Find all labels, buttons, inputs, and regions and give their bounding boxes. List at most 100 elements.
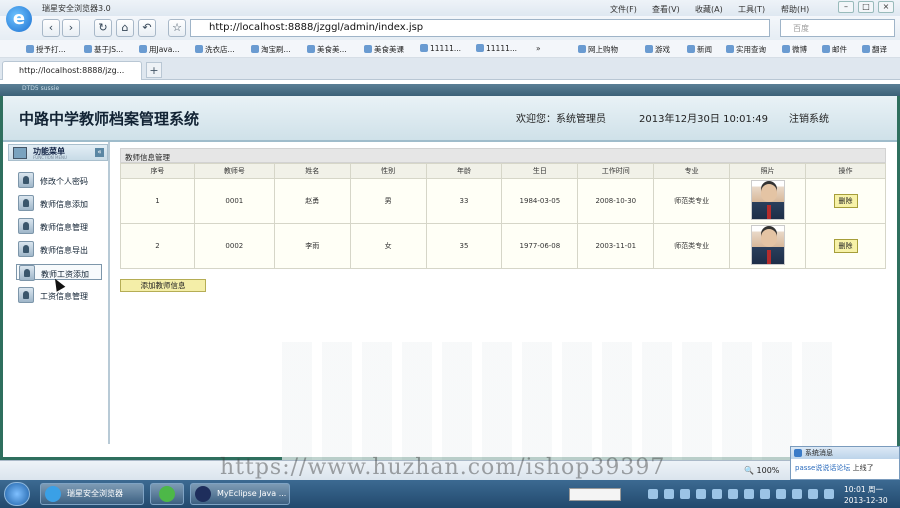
tray-icon[interactable]	[808, 489, 818, 499]
fav-item[interactable]: 邮件	[822, 44, 847, 55]
cell-major: 师范类专业	[653, 223, 731, 269]
tray-icon[interactable]	[824, 489, 834, 499]
fav-item[interactable]: 淘宝刷...	[251, 44, 291, 55]
fav-item[interactable]: 洗衣店...	[195, 44, 235, 55]
tray-icon[interactable]	[648, 489, 658, 499]
clock-date[interactable]: 2013-12-30	[844, 496, 888, 505]
menu-file[interactable]: 文件(F)	[610, 4, 637, 15]
tab-bar: http://localhost:8888/jzg... +	[0, 58, 900, 80]
sidebar-header: 功能菜单 FUNCTION MENU «	[8, 144, 108, 161]
start-button[interactable]	[4, 482, 30, 506]
fav-item[interactable]: 基于JS...	[84, 44, 123, 55]
back-icon[interactable]: ‹	[42, 19, 60, 37]
close-icon[interactable]: ×	[878, 1, 894, 13]
tray-icon[interactable]	[712, 489, 722, 499]
home-icon[interactable]: ⌂	[116, 19, 134, 37]
sidebar-item-label: 教师信息管理	[40, 223, 88, 232]
column-header: 姓名	[273, 163, 351, 179]
zoom-level[interactable]: 🔍 100%	[744, 466, 779, 475]
background-pattern	[282, 342, 842, 462]
fav-item[interactable]: 游戏	[645, 44, 670, 55]
taskbar-item-myeclipse[interactable]: MyEclipse Java ...	[190, 483, 290, 505]
tray-icon[interactable]	[760, 489, 770, 499]
sidebar-subtitle: FUNCTION MENU	[33, 155, 67, 160]
browser-app-title: 瑞星安全浏览器3.0	[42, 4, 111, 13]
taskbar-item-app[interactable]	[150, 483, 184, 505]
fav-more-icon[interactable]: »	[536, 44, 541, 53]
clock-time[interactable]: 10:01 周一	[844, 484, 883, 495]
page-title: 中路中学教师档案管理系统	[19, 110, 200, 128]
refresh-icon[interactable]: ↻	[94, 19, 112, 37]
menu-icon	[13, 147, 27, 159]
address-bar[interactable]: http://localhost:8888/jzggl/admin/index.…	[190, 19, 770, 37]
cell-photo	[729, 178, 807, 224]
column-header: 年龄	[425, 163, 503, 179]
column-header: 操作	[805, 163, 886, 179]
fav-item[interactable]: 用Java...	[139, 44, 180, 55]
sidebar-item-label: 教师信息导出	[40, 246, 88, 255]
main-content: 教师信息管理 序号 教师号 姓名 性别 年龄 生日 工作时间 专业 照片 操作 …	[112, 142, 896, 462]
logout-link[interactable]: 注销系统	[789, 110, 829, 125]
taskbar: 瑞星安全浏览器 MyEclipse Java ...	[0, 480, 900, 508]
zoom-icon: 🔍	[744, 466, 757, 475]
tray-icon[interactable]	[728, 489, 738, 499]
fav-item[interactable]: 新闻	[687, 44, 712, 55]
fav-item[interactable]: 11111...	[476, 44, 517, 53]
search-placeholder: 百度	[793, 24, 809, 33]
tray-icon[interactable]	[776, 489, 786, 499]
column-header: 照片	[729, 163, 807, 179]
tray-input[interactable]	[569, 488, 621, 501]
sidebar-item-manage-teachers[interactable]: 教师信息管理	[16, 218, 102, 234]
cell-gender: 男	[349, 178, 427, 224]
menu-help[interactable]: 帮助(H)	[781, 4, 809, 15]
welcome-text: 欢迎您：系统管理员	[516, 114, 606, 125]
cell-age: 35	[425, 223, 503, 269]
tray-icon[interactable]	[696, 489, 706, 499]
tray-icon[interactable]	[744, 489, 754, 499]
undo-icon[interactable]: ↶	[138, 19, 156, 37]
fav-item[interactable]: 翻译	[862, 44, 887, 55]
minimize-icon[interactable]: –	[838, 1, 854, 13]
sidebar-item-label: 教师信息添加	[40, 200, 88, 209]
fav-item[interactable]: 网上购物	[578, 44, 618, 55]
cell-gender: 女	[349, 223, 427, 269]
maximize-icon[interactable]: □	[858, 1, 874, 13]
taskbar-item-browser[interactable]: 瑞星安全浏览器	[40, 483, 144, 505]
sidebar-item-label: 修改个人密码	[40, 177, 88, 186]
fav-item[interactable]: 美食美课	[364, 44, 404, 55]
delete-button[interactable]: 删除	[833, 194, 858, 208]
fav-item[interactable]: 授予打...	[26, 44, 66, 55]
cell-birthday: 1984-03-05	[501, 178, 579, 224]
fav-item[interactable]: 11111...	[420, 44, 461, 53]
sidebar-item-label: 教师工资添加	[41, 270, 89, 279]
search-input[interactable]: 百度	[780, 19, 895, 37]
collapse-icon[interactable]: «	[95, 148, 104, 157]
table-row: 1 0001 赵勇 男 33 1984-03-05 2008-10-30 师范类…	[120, 178, 886, 224]
fav-item[interactable]: 实用查询	[726, 44, 766, 55]
fav-item[interactable]: 微博	[782, 44, 807, 55]
notification-title: 系统消息	[791, 447, 899, 459]
sidebar-item-export-teachers[interactable]: 教师信息导出	[16, 241, 102, 257]
sidebar-item-change-password[interactable]: 修改个人密码	[16, 172, 102, 188]
cell-major: 师范类专业	[653, 178, 731, 224]
teacher-table: 序号 教师号 姓名 性别 年龄 生日 工作时间 专业 照片 操作 1 0001 …	[120, 163, 886, 269]
tray-icon[interactable]	[664, 489, 674, 499]
add-teacher-button[interactable]: 添加教师信息	[120, 279, 206, 292]
tray-icon[interactable]	[792, 489, 802, 499]
favorite-star-icon[interactable]: ☆	[168, 19, 186, 37]
browser-icon	[45, 486, 61, 502]
fav-item[interactable]: 美食美...	[307, 44, 347, 55]
new-tab-button[interactable]: +	[146, 62, 162, 78]
menu-favorites[interactable]: 收藏(A)	[695, 4, 723, 15]
cell-action: 删除	[805, 223, 886, 269]
notification-body: passe说说话论坛 上线了	[795, 464, 874, 472]
menu-view[interactable]: 查看(V)	[652, 4, 680, 15]
tray-icon[interactable]	[680, 489, 690, 499]
forward-icon[interactable]: ›	[62, 19, 80, 37]
delete-button[interactable]: 删除	[833, 239, 858, 253]
notification-popup[interactable]: 系统消息 passe说说话论坛 上线了	[790, 446, 900, 480]
menu-tools[interactable]: 工具(T)	[738, 4, 765, 15]
sidebar-item-add-teacher[interactable]: 教师信息添加	[16, 195, 102, 211]
browser-tab[interactable]: http://localhost:8888/jzg...	[2, 61, 142, 80]
current-datetime: 2013年12月30日 10:01:49	[639, 114, 768, 125]
